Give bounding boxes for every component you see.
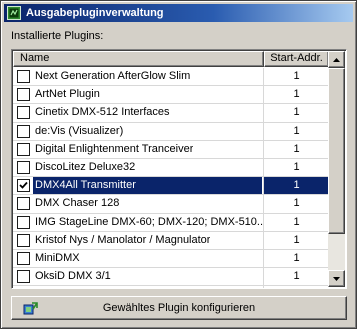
window-title: Ausgabepluginverwaltung xyxy=(26,7,164,19)
plugin-name-cell: Cinetix DMX-512 Interfaces xyxy=(13,104,264,122)
plugin-list[interactable]: Name Start-Addr. Next Generation AfterGl… xyxy=(11,49,347,289)
plugin-name: IMG StageLine DMX-60; DMX-120; DMX-510..… xyxy=(35,215,263,228)
list-header: Name Start-Addr. xyxy=(13,51,329,67)
plugin-enable-checkbox[interactable] xyxy=(17,270,30,284)
scroll-up-arrow-icon xyxy=(333,57,340,62)
title-bar[interactable]: Ausgabepluginverwaltung xyxy=(4,4,353,22)
plugin-name-cell: ArtNet Plugin xyxy=(13,86,264,104)
plugin-name-cell: MiniDMX xyxy=(13,249,264,268)
plugin-enable-checkbox[interactable] xyxy=(17,233,30,247)
list-rows: Next Generation AfterGlow Slim 1 ArtNet Pl… xyxy=(13,68,329,289)
plugin-manager-window: Ausgabepluginverwaltung Installierte Plu… xyxy=(0,0,357,329)
plugin-name-cell: Digital Enlightenment Tranceiver xyxy=(13,140,264,158)
plugin-name-cell: IMG StageLine DMX-60; DMX-120; DMX-510..… xyxy=(13,213,264,231)
list-item[interactable]: Digital Enlightenment Tranceiver 1 xyxy=(13,140,329,159)
plugin-enable-checkbox[interactable] xyxy=(17,161,30,175)
plugin-enable-checkbox[interactable] xyxy=(17,142,30,156)
plugin-name-cell: de:Vis (Visualizer) xyxy=(13,122,264,140)
plugin-config-icon xyxy=(23,301,39,316)
plugin-name: DMX Chaser 128 xyxy=(35,197,120,210)
plugin-name-cell: OksiD DMX 3/1 xyxy=(13,268,264,286)
plugin-enable-checkbox[interactable] xyxy=(17,288,30,289)
app-window-icon xyxy=(7,6,21,20)
plugin-enable-checkbox[interactable] xyxy=(17,88,30,102)
plugin-name: Digital Enlightenment Tranceiver xyxy=(35,142,194,155)
checkmark-icon xyxy=(19,182,28,190)
plugin-start-addr: 1 xyxy=(293,215,300,228)
list-item[interactable]: Cinetix DMX-512 Interfaces 1 xyxy=(13,104,329,123)
list-item[interactable]: Kristof Nys / Manolator / Magnulator 1 xyxy=(13,231,329,250)
list-item[interactable]: OksiDiZer/Elektor USB2DMX 1 xyxy=(13,286,329,289)
plugin-name: DMX4All Transmitter xyxy=(33,177,262,195)
plugin-name: OksiDiZer/Elektor USB2DMX xyxy=(33,286,177,288)
installed-plugins-label: Installierte Plugins: xyxy=(11,30,104,42)
scroll-down-arrow-icon xyxy=(333,276,340,281)
plugin-start-addr: 1 xyxy=(293,106,300,119)
column-header-start-addr[interactable]: Start-Addr. xyxy=(264,51,329,67)
plugin-enable-checkbox[interactable] xyxy=(17,179,30,193)
list-item[interactable]: ArtNet Plugin 1 xyxy=(13,86,329,105)
vertical-scrollbar[interactable] xyxy=(328,51,345,287)
plugin-enable-checkbox[interactable] xyxy=(17,251,30,265)
plugin-start-addr: 1 xyxy=(293,142,300,155)
scroll-up-button[interactable] xyxy=(328,51,345,68)
plugin-name-cell: Kristof Nys / Manolator / Magnulator xyxy=(13,231,264,249)
plugin-enable-checkbox[interactable] xyxy=(17,70,30,84)
plugin-start-addr: 1 xyxy=(293,197,300,210)
plugin-name-cell: DiscoLitez Deluxe32 xyxy=(13,158,264,177)
plugin-name: Cinetix DMX-512 Interfaces xyxy=(35,106,170,119)
list-item[interactable]: MiniDMX 1 xyxy=(13,249,329,269)
plugin-name-cell: OksiDiZer/Elektor USB2DMX xyxy=(13,286,264,289)
plugin-enable-checkbox[interactable] xyxy=(17,106,30,120)
plugin-enable-checkbox[interactable] xyxy=(17,124,30,138)
plugin-enable-checkbox[interactable] xyxy=(17,215,30,229)
plugin-name-cell: DMX4All Transmitter xyxy=(13,177,264,195)
plugin-start-addr: 1 xyxy=(264,286,329,288)
list-item[interactable]: Next Generation AfterGlow Slim 1 xyxy=(13,68,329,87)
plugin-name: ArtNet Plugin xyxy=(35,88,100,101)
list-item[interactable]: DiscoLitez Deluxe32 1 xyxy=(13,158,329,178)
configure-plugin-button[interactable]: Gewähltes Plugin konfigurieren xyxy=(11,296,347,320)
plugin-start-addr: 1 xyxy=(293,70,300,82)
plugin-name: MiniDMX xyxy=(35,251,80,264)
column-header-name[interactable]: Name xyxy=(13,51,264,67)
plugin-name: Next Generation AfterGlow Slim xyxy=(35,70,191,83)
scroll-down-button[interactable] xyxy=(328,270,345,287)
plugin-name: Kristof Nys / Manolator / Magnulator xyxy=(35,233,211,246)
list-item[interactable]: DMX4All Transmitter 1 xyxy=(13,177,329,196)
list-item[interactable]: DMX Chaser 128 1 xyxy=(13,195,329,214)
plugin-start-addr: 1 xyxy=(293,88,300,101)
plugin-start-addr: 1 xyxy=(293,124,300,137)
plugin-start-addr: 1 xyxy=(293,160,300,173)
list-item[interactable]: de:Vis (Visualizer) 1 xyxy=(13,122,329,141)
plugin-start-addr: 1 xyxy=(293,251,300,264)
list-item[interactable]: OksiD DMX 3/1 1 xyxy=(13,268,329,287)
configure-plugin-label: Gewähltes Plugin konfigurieren xyxy=(102,302,256,314)
plugin-start-addr: 1 xyxy=(293,233,300,246)
list-item[interactable]: IMG StageLine DMX-60; DMX-120; DMX-510..… xyxy=(13,213,329,232)
plugin-enable-checkbox[interactable] xyxy=(17,197,30,211)
scroll-thumb[interactable] xyxy=(328,68,345,234)
plugin-name: de:Vis (Visualizer) xyxy=(35,124,124,137)
plugin-name-cell: Next Generation AfterGlow Slim xyxy=(13,68,264,86)
plugin-name-cell: DMX Chaser 128 xyxy=(13,195,264,213)
plugin-start-addr: 1 xyxy=(264,177,329,195)
plugin-start-addr: 1 xyxy=(293,270,300,283)
plugin-name: DiscoLitez Deluxe32 xyxy=(35,161,136,174)
plugin-name: OksiD DMX 3/1 xyxy=(35,270,111,283)
